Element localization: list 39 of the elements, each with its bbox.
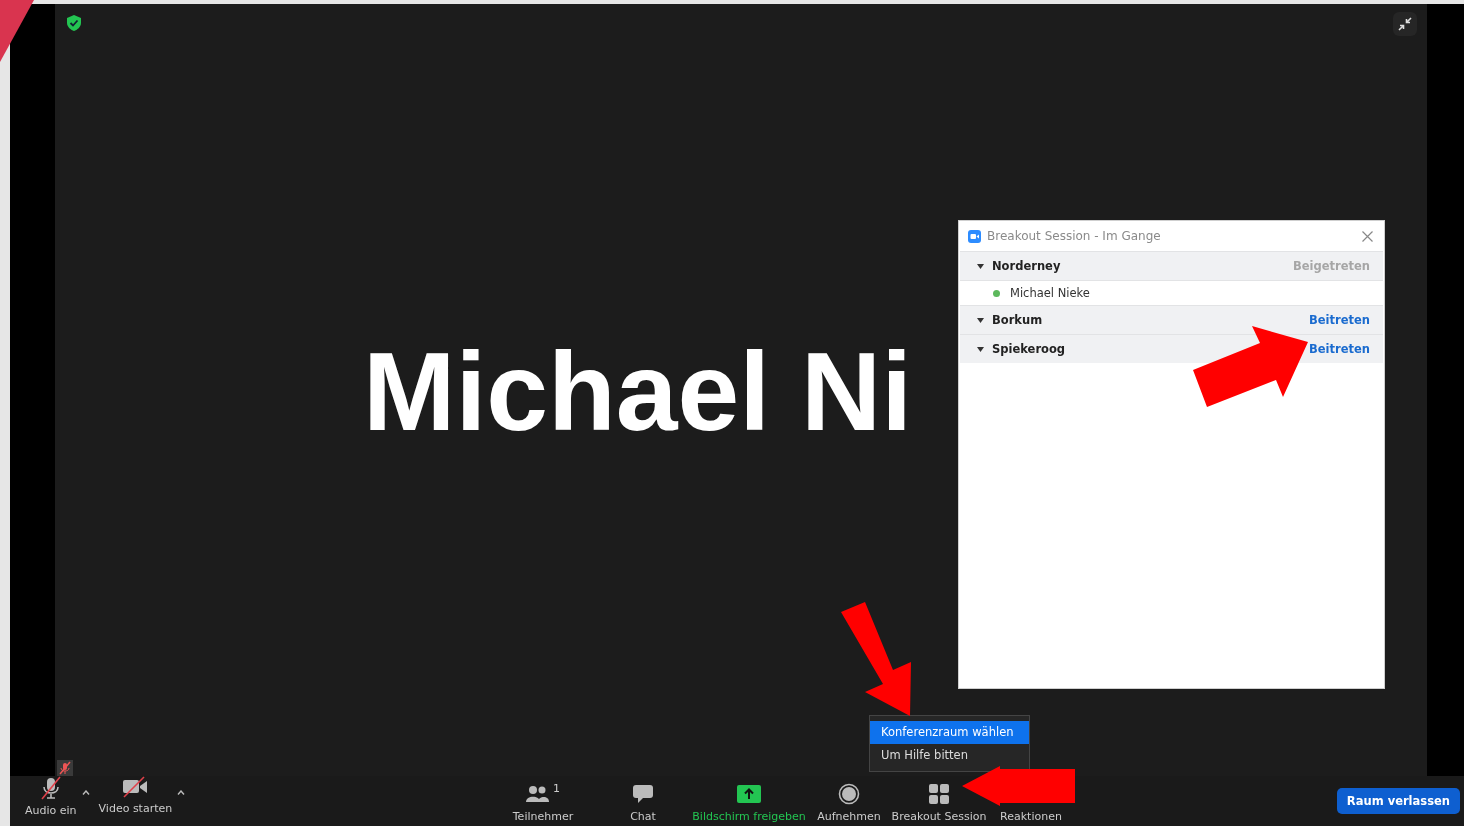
leave-button[interactable]: Raum verlassen [1336,788,1460,814]
join-link: Beigetreten [1293,259,1370,273]
room-row[interactable]: Norderney Beigetreten [960,251,1383,280]
menu-item[interactable]: Konferenzraum wählen [870,721,1029,744]
toolbar-button[interactable]: 1 Teilnehmer [493,776,593,826]
participant-count: 1 [553,782,560,795]
menu-item[interactable]: Um Hilfe bitten [870,744,1029,767]
chat-icon [632,784,654,804]
toolbar-button[interactable]: Reaktionen [985,810,1077,826]
camera-app-icon [968,229,981,243]
dialog-title: Breakout Session - Im Gange [987,229,1162,243]
toolbar-button[interactable]: Breakout Session [893,776,985,826]
status-dot [993,289,1000,297]
room-name: Borkum [992,313,1044,327]
room-row[interactable]: Borkum Beitreten [960,305,1383,334]
expand-arrow-icon[interactable] [977,263,984,269]
share-screen-icon [737,785,761,803]
join-link[interactable]: Beitreten [1309,313,1370,327]
room-name: Spiekeroog [992,342,1067,356]
caret-icon[interactable] [81,790,90,795]
toolbar-button[interactable]: Bildschirm freigeben [693,776,805,826]
grid-icon [929,784,949,804]
caret-icon[interactable] [177,790,186,795]
exit-fullscreen-button[interactable] [1393,12,1417,36]
join-link[interactable]: Beitreten [1309,342,1370,356]
toolbar-button[interactable]: Video starten [95,776,176,818]
close-button[interactable] [1360,228,1375,244]
toolbar-button[interactable]: Aufnehmen [805,776,893,826]
compress-icon [1398,17,1412,31]
people-icon [526,785,550,803]
shield-icon [67,15,81,31]
room-name: Norderney [992,259,1062,273]
expand-arrow-icon[interactable] [977,346,984,352]
toolbar-button[interactable]: Chat [593,776,693,826]
record-icon [838,783,860,805]
participant-name: Michael Ni [363,329,912,456]
member-name: Michael Nieke [1010,286,1090,300]
expand-arrow-icon[interactable] [977,317,984,323]
toolbar-button[interactable]: Audio ein [22,776,80,820]
